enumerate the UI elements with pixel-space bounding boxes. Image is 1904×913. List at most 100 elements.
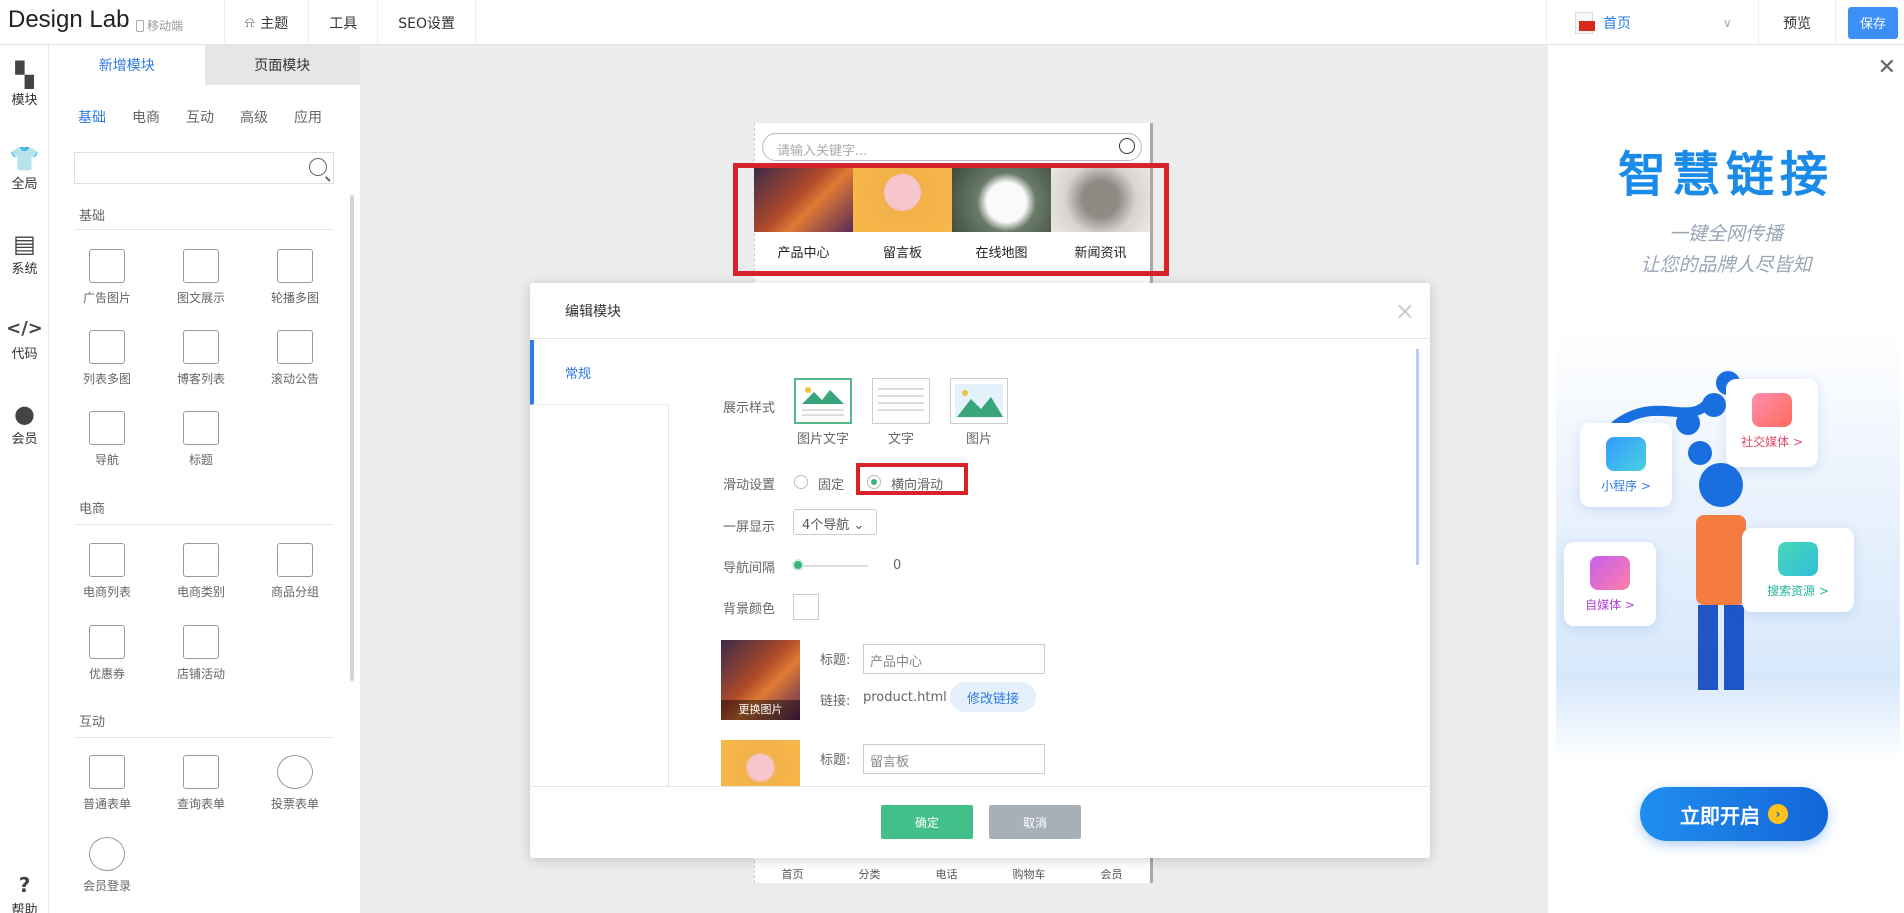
module-ecom-list[interactable]: 电商列表: [67, 543, 147, 600]
phone-icon: [136, 19, 144, 32]
nav-seo[interactable]: SEO设置: [378, 0, 477, 45]
save-button[interactable]: 保存: [1848, 6, 1898, 39]
bottom-nav-category[interactable]: 分类: [859, 866, 881, 882]
chevron-down-icon: ⌄: [853, 518, 865, 533]
nav-gap-slider-handle[interactable]: [792, 559, 804, 571]
module-blog-list[interactable]: 博客列表: [161, 330, 241, 387]
bottom-nav-cart[interactable]: 购物车: [1013, 866, 1046, 882]
nav-gap-slider-track[interactable]: [798, 565, 868, 567]
item-title-input[interactable]: 留言板: [863, 744, 1045, 774]
tab-add-module[interactable]: 新增模块: [49, 45, 205, 85]
module-label: 查询表单: [176, 797, 225, 811]
module-panel: 新增模块 页面模块 基础 电商 互动 高级 应用 基础 广告图片 图文展示 轮播…: [49, 45, 360, 913]
subtab-apps[interactable]: 应用: [294, 107, 322, 127]
module-member-login[interactable]: 会员登录: [67, 837, 147, 894]
rail-system-label: 系统: [11, 262, 38, 277]
flag-icon: [1575, 11, 1595, 34]
rail-help[interactable]: ? 帮助: [0, 871, 49, 913]
subtab-advanced[interactable]: 高级: [240, 107, 268, 127]
style-image[interactable]: [950, 378, 1008, 424]
grid-icon: ▚: [15, 61, 34, 89]
module-query-form[interactable]: 查询表单: [161, 755, 241, 812]
nav-gap-label: 导航间隔: [723, 561, 776, 576]
module-carousel[interactable]: 轮播多图: [255, 249, 335, 306]
subtab-interact[interactable]: 互动: [186, 107, 214, 127]
link-label: 链接:: [820, 694, 851, 709]
carousel-icon: [277, 249, 313, 283]
rail-member[interactable]: ● 会员: [0, 400, 49, 447]
module-coupon[interactable]: 优惠券: [67, 625, 147, 682]
radio-fixed-label: 固定: [818, 478, 845, 493]
bg-color-label: 背景颜色: [723, 602, 776, 617]
module-label: 会员登录: [82, 879, 131, 893]
module-search-input[interactable]: [74, 152, 334, 184]
close-icon[interactable]: ✕: [1878, 55, 1896, 80]
bottom-nav-phone[interactable]: 电话: [936, 866, 958, 882]
cancel-button[interactable]: 取消: [989, 805, 1081, 839]
promo-subtitle: 一键全网传播: [1668, 223, 1783, 245]
card-social-media[interactable]: 社交媒体 >: [1726, 379, 1818, 467]
module-ad-image[interactable]: 广告图片: [67, 249, 147, 306]
bg-color-picker[interactable]: [793, 594, 819, 620]
style-caption: 图片: [965, 432, 992, 447]
dialog-footer: 确定 取消: [530, 786, 1430, 858]
card-label: 小程序 >: [1601, 479, 1651, 493]
module-image-text[interactable]: 图文展示: [161, 249, 241, 306]
page-selector[interactable]: 首页 ∨: [1546, 0, 1758, 45]
rail-global[interactable]: 👕 全局: [0, 145, 49, 192]
card-self-media[interactable]: 自媒体 >: [1564, 542, 1656, 626]
top-right: 首页 ∨ 预览 保存: [1546, 0, 1904, 45]
item-title-input[interactable]: 产品中心: [863, 644, 1045, 674]
bottom-nav-home[interactable]: 首页: [782, 866, 804, 882]
card-mini-program[interactable]: 小程序 >: [1580, 423, 1672, 507]
title-icon: [183, 411, 219, 445]
member-login-icon: [89, 837, 125, 871]
panel-tabs: 新增模块 页面模块: [49, 45, 360, 85]
panel-scrollbar[interactable]: [350, 195, 354, 681]
radio-fixed[interactable]: [794, 475, 808, 489]
tab-general[interactable]: 常规: [530, 340, 670, 405]
card-search-resources[interactable]: 搜索资源 >: [1742, 528, 1854, 612]
module-store-event[interactable]: 店铺活动: [161, 625, 241, 682]
module-vote-form[interactable]: 投票表单: [255, 755, 335, 812]
confirm-button[interactable]: 确定: [881, 805, 973, 839]
preview-search-input[interactable]: 请输入关键字...: [762, 133, 1142, 161]
edit-link-button[interactable]: 修改链接: [950, 682, 1036, 712]
subtab-ecom[interactable]: 电商: [132, 107, 160, 127]
rail-modules[interactable]: ▚ 模块: [0, 61, 49, 108]
list-icon: [183, 330, 219, 364]
module-nav[interactable]: 导航: [67, 411, 147, 468]
rail-system[interactable]: ▤ 系统: [0, 230, 49, 277]
app-logo[interactable]: Design Lab: [8, 6, 129, 34]
rail-code[interactable]: </> 代码: [0, 315, 49, 362]
style-image-text[interactable]: [794, 378, 852, 424]
subtab-basic[interactable]: 基础: [78, 107, 106, 127]
start-now-button[interactable]: 立即开启 ›: [1640, 787, 1828, 841]
module-title[interactable]: 标题: [161, 411, 241, 468]
image-icon: [89, 249, 125, 283]
divider: [74, 524, 334, 525]
item-thumbnail[interactable]: 更换图片: [721, 640, 800, 720]
preview-button[interactable]: 预览: [1758, 0, 1836, 45]
close-icon[interactable]: ×: [1395, 297, 1415, 325]
item-thumbnail[interactable]: [721, 740, 800, 786]
module-form[interactable]: 普通表单: [67, 755, 147, 812]
nav-theme[interactable]: ⍾ 主题: [225, 0, 310, 45]
module-product-group[interactable]: 商品分组: [255, 543, 335, 600]
module-label: 普通表单: [82, 797, 131, 811]
theme-icon: ⍾: [245, 14, 255, 31]
dialog-scrollbar[interactable]: [1416, 349, 1419, 565]
link-value: product.html: [863, 690, 947, 705]
section-title-basic: 基础: [79, 209, 106, 224]
module-list-images[interactable]: 列表多图: [67, 330, 147, 387]
module-notice[interactable]: 滚动公告: [255, 330, 335, 387]
module-ecom-category[interactable]: 电商类别: [161, 543, 241, 600]
tab-page-module[interactable]: 页面模块: [204, 45, 360, 85]
mobile-toggle[interactable]: 移动端: [136, 17, 183, 34]
title-label: 标题:: [820, 653, 851, 668]
bottom-nav-member[interactable]: 会员: [1101, 866, 1123, 882]
nav-tools[interactable]: 工具: [309, 0, 379, 45]
replace-image-button[interactable]: 更换图片: [721, 700, 800, 720]
style-text[interactable]: [872, 378, 930, 424]
per-screen-select[interactable]: 4个导航 ⌄: [793, 509, 877, 535]
